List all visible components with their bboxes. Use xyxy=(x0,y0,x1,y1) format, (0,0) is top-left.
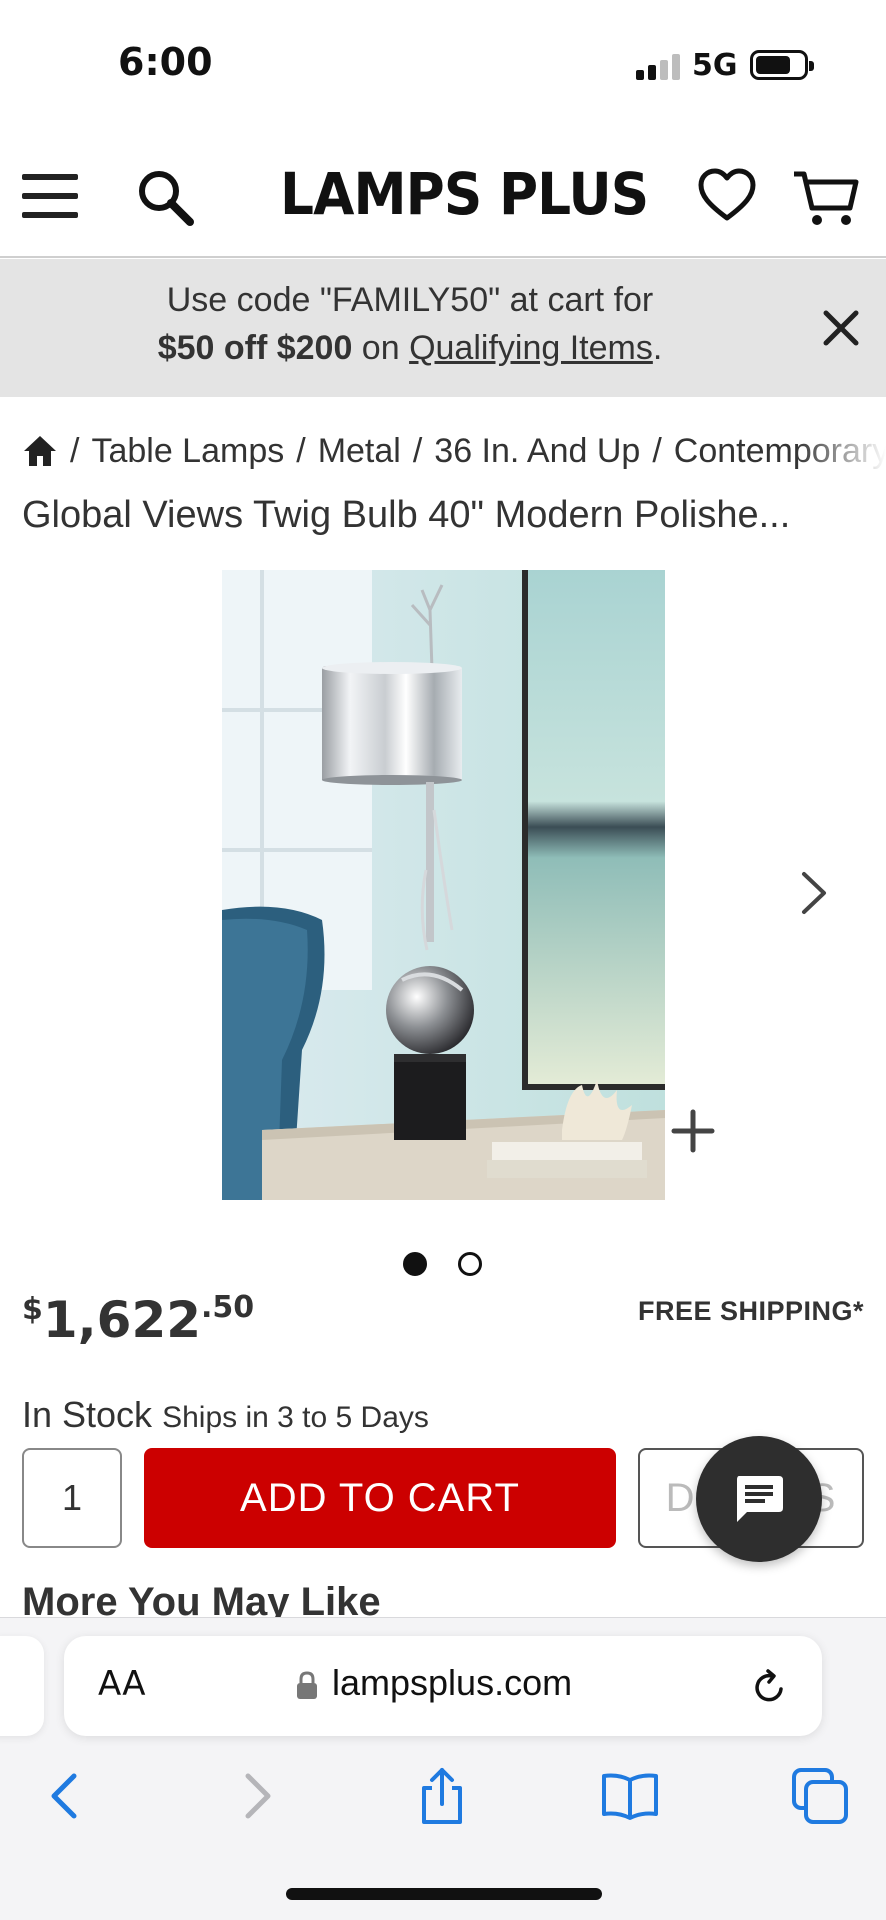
back-icon[interactable] xyxy=(36,1766,96,1826)
promo-text: Use code "FAMILY50" at cart for xyxy=(166,281,654,319)
free-shipping-link[interactable]: FREE SHIPPING* xyxy=(638,1296,864,1327)
breadcrumb-separator: / xyxy=(296,431,306,470)
stock-status: In Stock Ships in 3 to 5 Days xyxy=(22,1394,429,1436)
chat-icon xyxy=(737,1476,783,1522)
quantity-input[interactable]: 1 xyxy=(22,1448,122,1548)
battery-icon xyxy=(750,50,814,80)
status-bar: 6:00 5G xyxy=(0,0,886,130)
menu-icon[interactable] xyxy=(22,174,78,218)
promo-amount: $50 off $200 xyxy=(157,329,353,367)
forward-icon[interactable] xyxy=(226,1766,286,1826)
share-icon[interactable] xyxy=(412,1766,472,1826)
promo-mid: on xyxy=(352,329,410,367)
site-logo[interactable]: LAMPS PLUS xyxy=(280,160,649,228)
pagination-dot[interactable] xyxy=(458,1252,482,1276)
breadcrumb-separator: / xyxy=(70,431,80,470)
chevron-right-icon[interactable] xyxy=(796,868,832,918)
chat-button[interactable] xyxy=(696,1436,822,1562)
price-main: 1,622 xyxy=(42,1291,202,1349)
pagination-dot[interactable] xyxy=(403,1252,427,1276)
network-type: 5G xyxy=(692,48,738,83)
cart-icon[interactable] xyxy=(792,168,860,228)
product-title: Global Views Twig Bulb 40" Modern Polish… xyxy=(22,494,791,536)
address-bar[interactable]: AA lampsplus.com xyxy=(64,1636,822,1736)
breadcrumb: / Table Lamps / Metal/36 In. And Up / Contemp… xyxy=(22,430,886,480)
breadcrumb-item[interactable]: 36 In. And Up xyxy=(434,432,640,471)
previous-tab-preview[interactable] xyxy=(0,1636,44,1736)
site-header: LAMPS PLUS xyxy=(0,130,886,258)
promo-end: . xyxy=(652,329,663,367)
breadcrumb-item[interactable]: Metal xyxy=(318,432,401,471)
bookmarks-icon[interactable] xyxy=(600,1766,660,1826)
status-time: 6:00 xyxy=(118,40,213,84)
breadcrumb-fade xyxy=(796,424,886,480)
in-stock-label: In Stock xyxy=(22,1394,153,1435)
url-text[interactable]: lampsplus.com xyxy=(332,1662,572,1704)
text-size-button[interactable]: AA xyxy=(98,1664,145,1704)
signal-icon xyxy=(636,54,680,80)
breadcrumb-separator: / xyxy=(652,431,662,470)
ships-label: Ships in 3 to 5 Days xyxy=(162,1401,429,1434)
price-currency: $ xyxy=(22,1292,43,1327)
browser-toolbar: AA lampsplus.com xyxy=(0,1617,886,1920)
promo-banner: Use code "FAMILY50" at cart for $50 off … xyxy=(0,259,886,397)
tabs-icon[interactable] xyxy=(790,1766,850,1826)
lock-icon xyxy=(297,1671,317,1699)
home-icon[interactable] xyxy=(22,434,58,468)
product-price: $1,622.50 xyxy=(22,1290,254,1349)
zoom-plus-icon[interactable] xyxy=(666,1104,720,1158)
home-indicator[interactable] xyxy=(286,1888,602,1900)
promo-offer: $50 off $200 on Qualifying Items. xyxy=(0,329,820,368)
add-to-cart-button[interactable]: ADD TO CART xyxy=(144,1448,616,1548)
search-icon[interactable] xyxy=(136,168,194,226)
product-image[interactable] xyxy=(222,570,665,1200)
price-cents: .50 xyxy=(201,1290,255,1325)
heart-icon[interactable] xyxy=(698,168,756,222)
close-icon[interactable] xyxy=(818,305,864,351)
qualifying-items-link[interactable]: Qualifying Items xyxy=(409,329,653,367)
reload-icon[interactable] xyxy=(750,1668,788,1706)
breadcrumb-separator: / xyxy=(412,431,423,470)
image-pagination xyxy=(400,1252,490,1278)
breadcrumb-item[interactable]: Table Lamps xyxy=(91,432,284,471)
